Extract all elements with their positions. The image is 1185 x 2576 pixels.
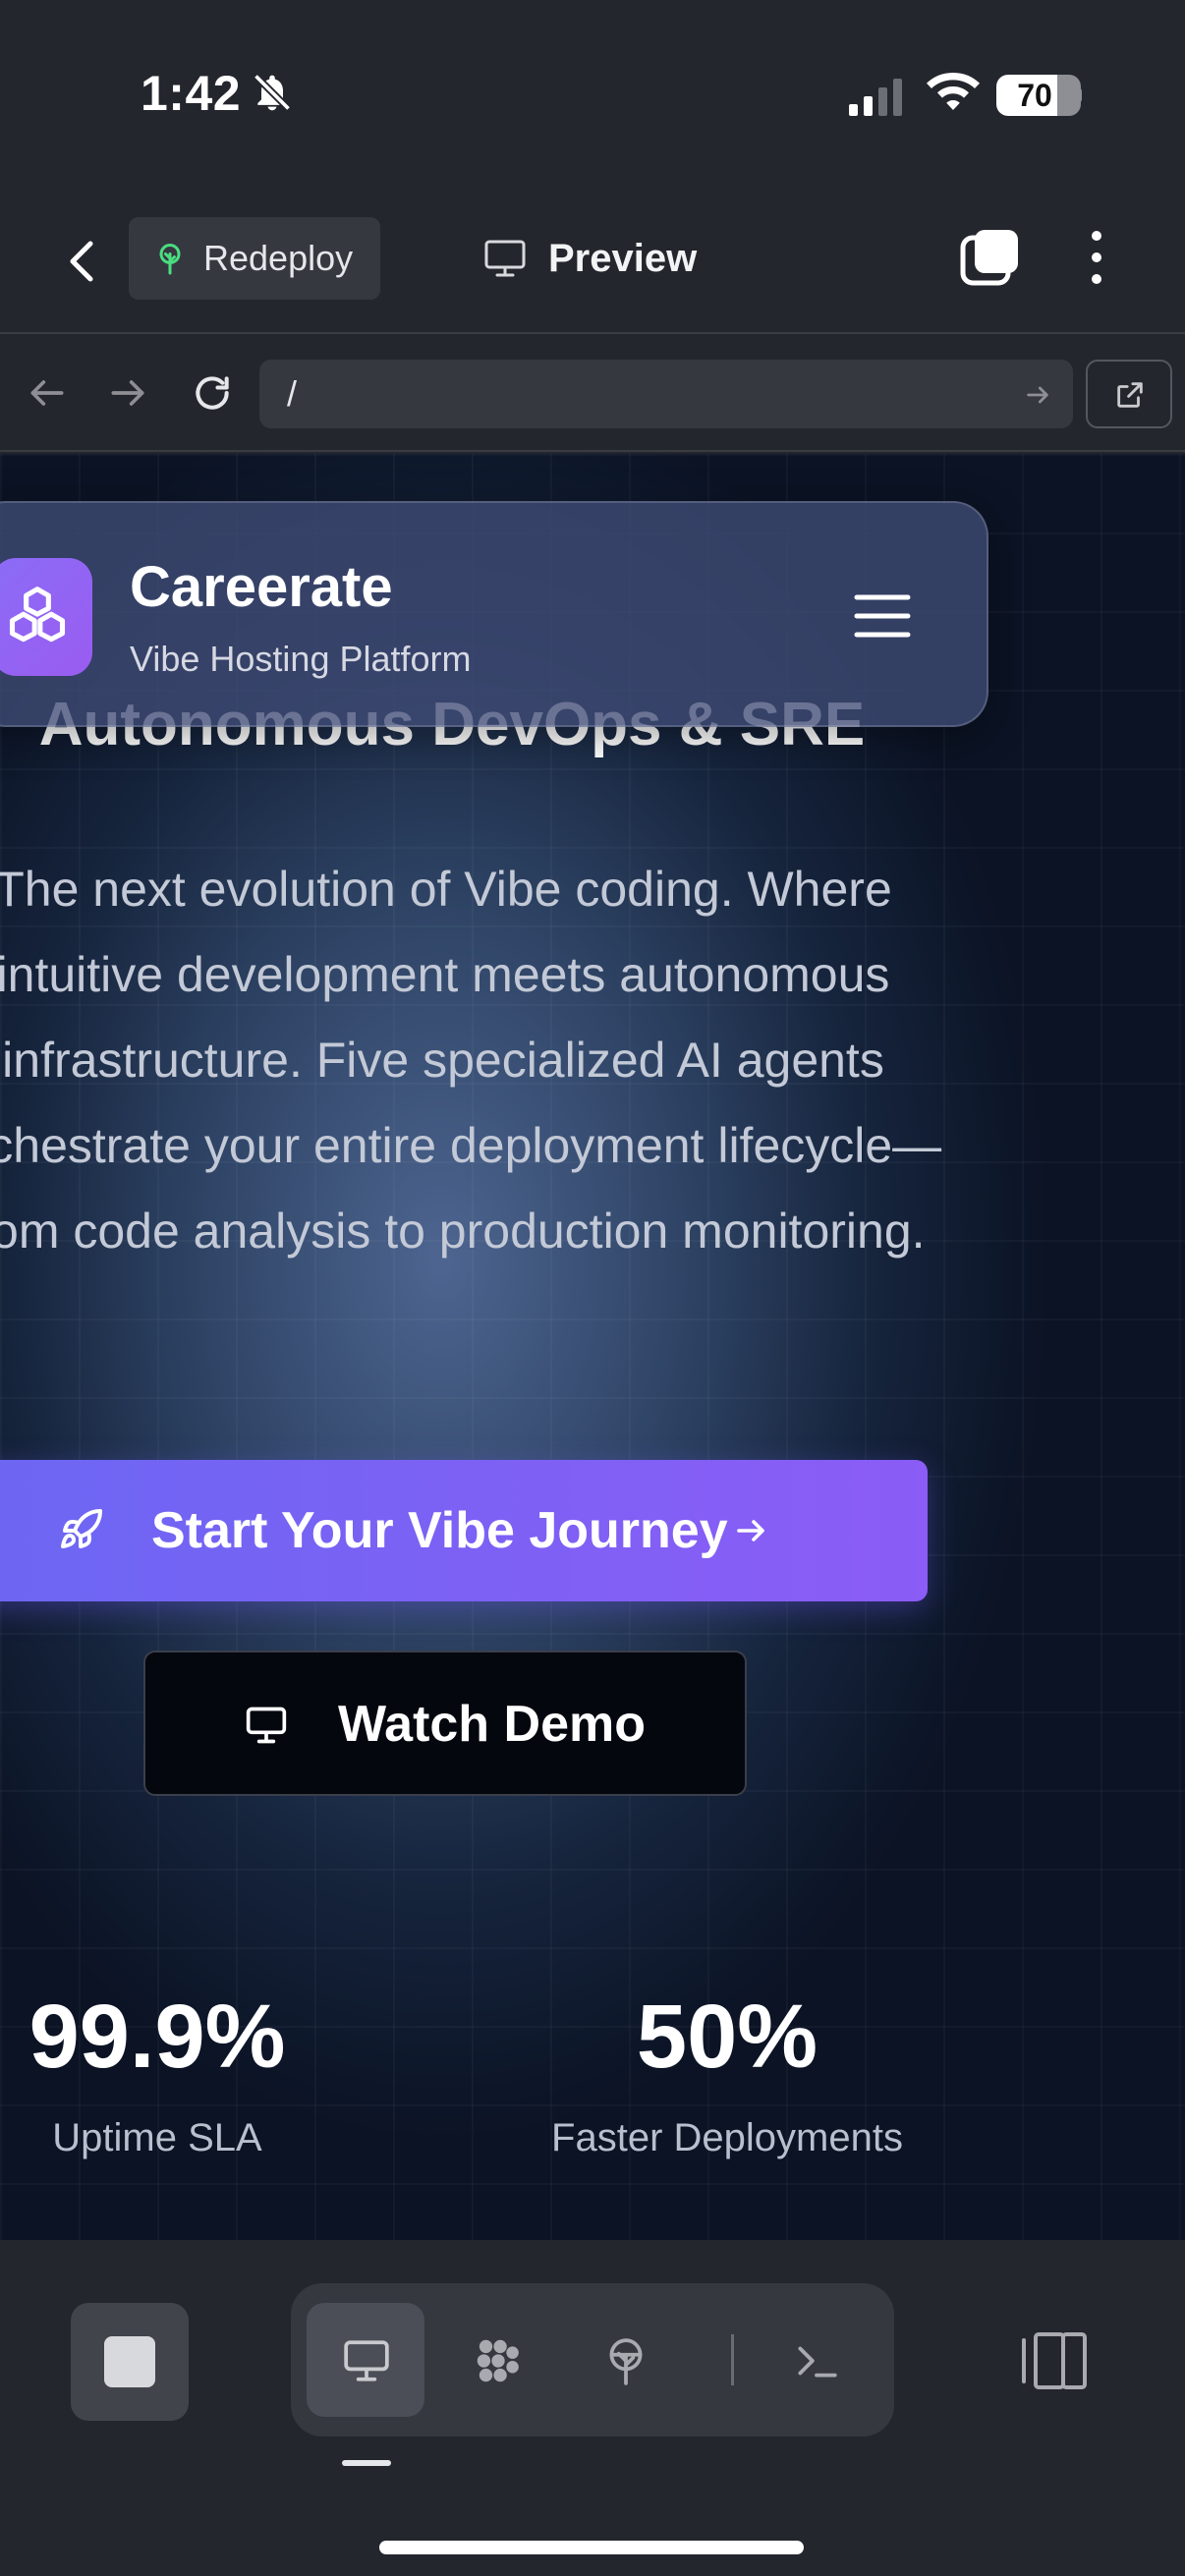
arrow-left-icon[interactable] (26, 371, 69, 415)
view-preview-button[interactable] (307, 2303, 424, 2417)
view-agents-button[interactable] (438, 2303, 556, 2417)
start-journey-label: Start Your Vibe Journey (151, 1502, 728, 1559)
more-vertical-icon[interactable] (1077, 226, 1116, 289)
status-time: 1:42 (141, 66, 242, 121)
view-deploy-button[interactable] (566, 2303, 684, 2417)
go-arrow-icon[interactable] (1024, 381, 1051, 409)
hero-description: The next evolution of Vibe coding. Where… (0, 862, 942, 1259)
open-external-button[interactable] (1086, 360, 1172, 428)
battery-percent: 70 (1017, 78, 1052, 113)
url-text: / (287, 373, 298, 414)
stat-deployments: 50% Faster Deployments (521, 1983, 933, 2160)
home-indicator[interactable] (379, 2541, 804, 2554)
brand-tagline: Vibe Hosting Platform (130, 639, 472, 679)
stat-label: Faster Deployments (551, 2116, 903, 2159)
bell-slash-icon (253, 73, 292, 112)
brand-logo[interactable] (0, 558, 92, 676)
watch-demo-button[interactable]: Watch Demo (143, 1651, 747, 1796)
view-terminal-button[interactable] (757, 2303, 875, 2417)
browser-nav-bar: / (0, 334, 1185, 452)
external-link-icon (1117, 382, 1143, 408)
cellular-signal-icon (849, 79, 902, 116)
rocket-icon (61, 1508, 102, 1548)
deploy-icon (609, 2338, 643, 2385)
brand-name[interactable]: Careerate (130, 554, 393, 620)
stat-value: 99.9% (28, 1987, 286, 2087)
stat-label: Uptime SLA (52, 2116, 262, 2159)
active-view-indicator (342, 2460, 391, 2466)
back-chevron-icon[interactable] (59, 232, 108, 291)
redeploy-label: Redeploy (203, 238, 354, 278)
agents-icon (477, 2339, 519, 2382)
battery-icon: 70 (996, 75, 1082, 116)
bottom-toolbar (0, 2240, 1185, 2576)
monitor-icon (484, 240, 526, 277)
monitor-icon (246, 1707, 287, 1744)
hamburger-menu-icon[interactable] (853, 591, 912, 641)
panel-toggle-icon[interactable] (1016, 2326, 1095, 2395)
divider (731, 2334, 734, 2385)
reload-icon[interactable] (191, 371, 234, 415)
monitor-icon (344, 2340, 389, 2381)
stop-button[interactable] (71, 2303, 189, 2421)
start-journey-button[interactable]: Start Your Vibe Journey (0, 1460, 928, 1601)
watch-demo-label: Watch Demo (338, 1696, 646, 1753)
app-toolbar: Redeploy Preview (0, 196, 1185, 334)
arrow-right-icon[interactable] (106, 371, 149, 415)
cubes-icon (9, 587, 66, 643)
view-switcher (291, 2283, 894, 2436)
stop-icon (104, 2336, 155, 2387)
status-bar: 1:42 70 (0, 0, 1185, 196)
tabs-icon[interactable] (959, 226, 1022, 289)
url-input[interactable]: / (259, 360, 1073, 428)
web-viewport[interactable]: Autonomous DevOps & SRE Careerate Vibe H… (0, 454, 1185, 2240)
arrow-right-icon (737, 1520, 764, 1541)
site-header: Careerate Vibe Hosting Platform (0, 501, 988, 727)
redeploy-button[interactable]: Redeploy (129, 217, 380, 300)
preview-label: Preview (548, 237, 698, 280)
terminal-icon (798, 2346, 837, 2378)
stat-uptime: 99.9% Uptime SLA (0, 1983, 364, 2160)
deploy-tree-icon (159, 244, 181, 275)
stat-value: 50% (636, 1987, 818, 2087)
wifi-icon (927, 73, 980, 110)
